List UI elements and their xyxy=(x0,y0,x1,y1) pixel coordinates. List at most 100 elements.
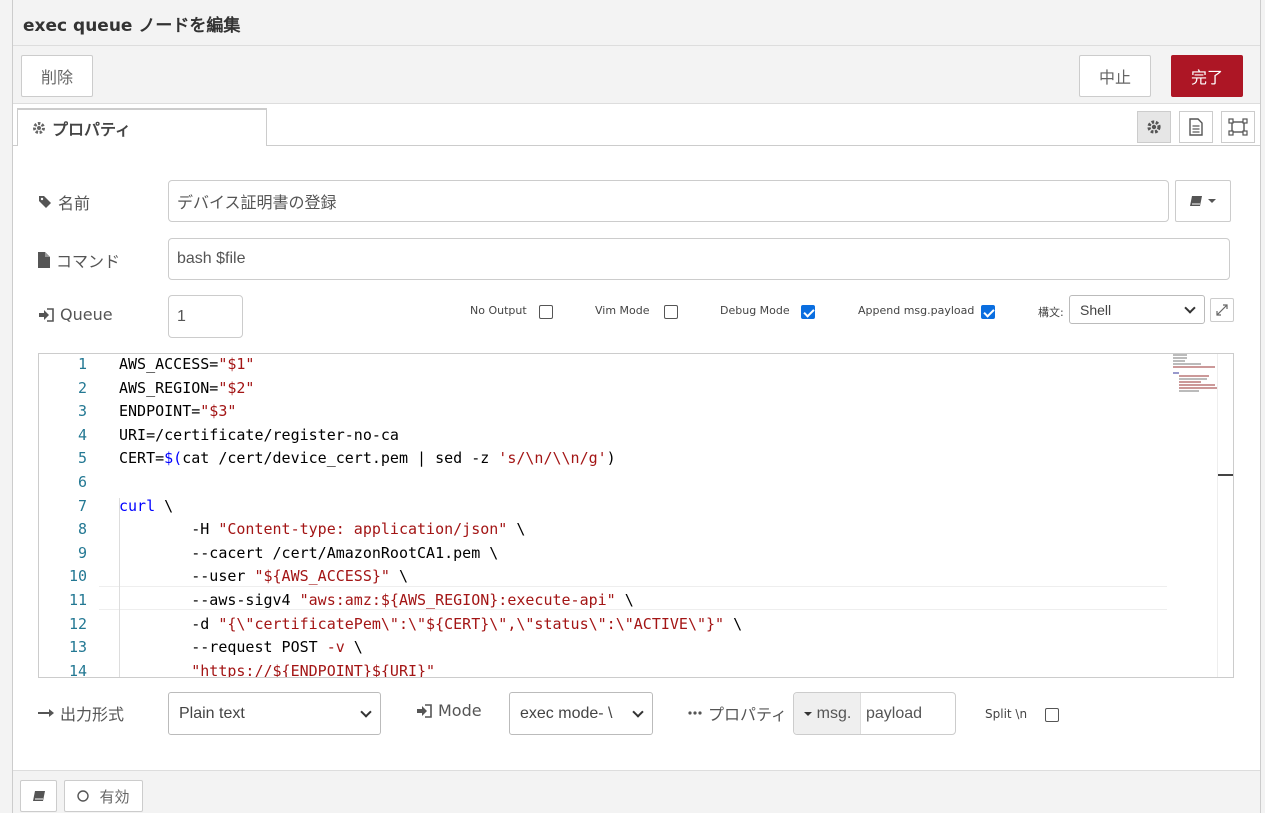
tab-bar: プロパティ xyxy=(13,104,1260,147)
queue-input[interactable]: 1 xyxy=(168,295,243,338)
tab-properties[interactable]: プロパティ xyxy=(17,108,267,147)
code-line: CERT=$(cat /cert/device_cert.pem | sed -… xyxy=(119,449,616,468)
chevron-down-icon xyxy=(360,705,372,718)
property-prefix: msg. xyxy=(816,704,852,722)
delete-button[interactable]: 削除 xyxy=(21,55,93,97)
editor-scrollbar[interactable] xyxy=(1217,354,1233,677)
tray-header: exec queue ノードを編集 xyxy=(13,0,1260,46)
circle-icon xyxy=(77,790,90,802)
properties-panel: 名前 デバイス証明書の登録 コマンド bash $file Queue 1 No… xyxy=(13,146,1260,770)
command-label-row: コマンド xyxy=(38,248,120,272)
split-label: Split \n xyxy=(985,707,1028,721)
gear-icon xyxy=(33,122,45,134)
vim-mode-checkbox[interactable] xyxy=(664,305,678,319)
debug-mode-label: Debug Mode xyxy=(720,304,790,317)
line-number: 12 xyxy=(68,614,87,633)
line-number: 10 xyxy=(68,567,87,586)
code-line: --user "${AWS_ACCESS}" \ xyxy=(119,567,408,586)
tag-icon xyxy=(39,196,51,208)
property-label: プロパティ xyxy=(708,705,788,724)
mode-select[interactable]: exec mode- \ xyxy=(509,692,653,735)
expand-editor-button[interactable] xyxy=(1210,298,1234,322)
line-number: 6 xyxy=(77,473,87,491)
enable-toggle-button[interactable]: 有効 xyxy=(64,780,143,812)
no-output-label: No Output xyxy=(470,304,527,317)
line-number: 4 xyxy=(77,425,87,444)
dialog-title: exec queue ノードを編集 xyxy=(23,16,241,36)
code-line: curl \ xyxy=(119,496,174,515)
code-line: --cacert /cert/AmazonRootCA1.pem \ xyxy=(119,543,499,562)
code-line: "https://${ENDPOINT}${URI}" xyxy=(191,661,436,678)
line-number: 1 xyxy=(77,355,87,373)
vim-mode-label: Vim Mode xyxy=(595,304,650,317)
property-label-row: プロパティ xyxy=(688,701,787,725)
tab-properties-label: プロパティ xyxy=(52,120,132,139)
command-label: コマンド xyxy=(56,252,121,271)
line-number: 11 xyxy=(68,591,87,609)
appearance-tab-button[interactable] xyxy=(1221,111,1255,143)
output-format-value: Plain text xyxy=(179,704,245,722)
output-format-label-row: 出力形式 xyxy=(38,701,124,725)
line-number: 3 xyxy=(77,402,87,421)
line-number: 14 xyxy=(68,661,87,678)
name-label: 名前 xyxy=(58,194,91,213)
chevron-down-icon xyxy=(632,705,644,718)
property-type-selector[interactable]: msg. xyxy=(794,693,861,734)
command-input[interactable]: bash $file xyxy=(168,238,1230,280)
done-button[interactable]: 完了 xyxy=(1171,55,1243,97)
book-icon xyxy=(32,791,45,801)
gear-icon xyxy=(1147,120,1161,134)
code-line: -d "{\"certificatePem\":\"${CERT}\",\"st… xyxy=(119,614,743,633)
node-appearance-icon xyxy=(1228,118,1248,136)
book-icon xyxy=(1190,196,1202,206)
mode-value: exec mode- \ xyxy=(520,704,613,722)
debug-mode-checkbox[interactable] xyxy=(801,305,815,319)
code-line: -H "Content-type: application/json" \ xyxy=(119,520,526,539)
line-number: 13 xyxy=(68,638,87,657)
queue-label-row: Queue xyxy=(38,305,113,324)
name-label-row: 名前 xyxy=(38,190,90,214)
file-icon xyxy=(38,252,50,268)
property-typed-input[interactable]: msg. payload xyxy=(793,692,956,735)
line-number: 2 xyxy=(77,378,87,397)
arrow-right-icon xyxy=(38,709,54,717)
help-book-button[interactable] xyxy=(20,780,57,812)
queue-label: Queue xyxy=(60,305,113,324)
line-number-gutter: 1 2 3 4 5 6 7 8 9 10 11 12 13 14 xyxy=(39,354,99,677)
code-line: --aws-sigv4 "aws:amz:${AWS_REGION}:execu… xyxy=(119,591,634,609)
output-format-select[interactable]: Plain text xyxy=(168,692,381,735)
line-number: 7 xyxy=(77,496,87,515)
split-checkbox[interactable] xyxy=(1045,708,1059,722)
caret-down-icon xyxy=(803,711,812,716)
code-line: ENDPOINT="$3" xyxy=(119,402,237,421)
code-line: --request POST -v \ xyxy=(119,638,363,657)
code-line: AWS_ACCESS="$1" xyxy=(119,355,255,373)
chevron-down-icon xyxy=(1184,301,1196,314)
mode-label: Mode xyxy=(438,701,482,720)
sign-in-icon xyxy=(417,703,432,718)
node-config-book-button[interactable] xyxy=(1175,180,1231,222)
editor-minimap[interactable] xyxy=(1173,354,1219,394)
expand-icon xyxy=(1216,304,1228,316)
code-editor[interactable]: 1 2 3 4 5 6 7 8 9 10 11 12 13 14 AWS_ACCESS="$1" AWS_R… xyxy=(38,353,1234,678)
syntax-select-value: Shell xyxy=(1080,301,1112,318)
document-icon xyxy=(1189,118,1203,136)
output-format-label: 出力形式 xyxy=(60,705,125,724)
tray-toolbar: 削除 中止 完了 xyxy=(13,46,1260,104)
code-line: URI=/certificate/register-no-ca xyxy=(119,425,399,444)
syntax-select[interactable]: Shell xyxy=(1069,295,1205,324)
syntax-label: 構文: xyxy=(1038,306,1064,319)
description-tab-button[interactable] xyxy=(1179,111,1213,143)
sign-in-icon xyxy=(39,307,54,322)
caret-down-icon xyxy=(1208,199,1216,203)
settings-tab-button[interactable] xyxy=(1137,111,1171,143)
no-output-checkbox[interactable] xyxy=(539,305,553,319)
append-payload-checkbox[interactable] xyxy=(981,305,995,319)
name-input[interactable]: デバイス証明書の登録 xyxy=(168,180,1169,222)
enabled-label: 有効 xyxy=(99,787,130,806)
mode-label-row: Mode xyxy=(416,701,482,720)
append-payload-label: Append msg.payload xyxy=(858,304,975,317)
ellipsis-icon xyxy=(688,711,702,715)
cancel-button[interactable]: 中止 xyxy=(1079,55,1151,97)
tray-footer: 有効 xyxy=(13,770,1260,813)
